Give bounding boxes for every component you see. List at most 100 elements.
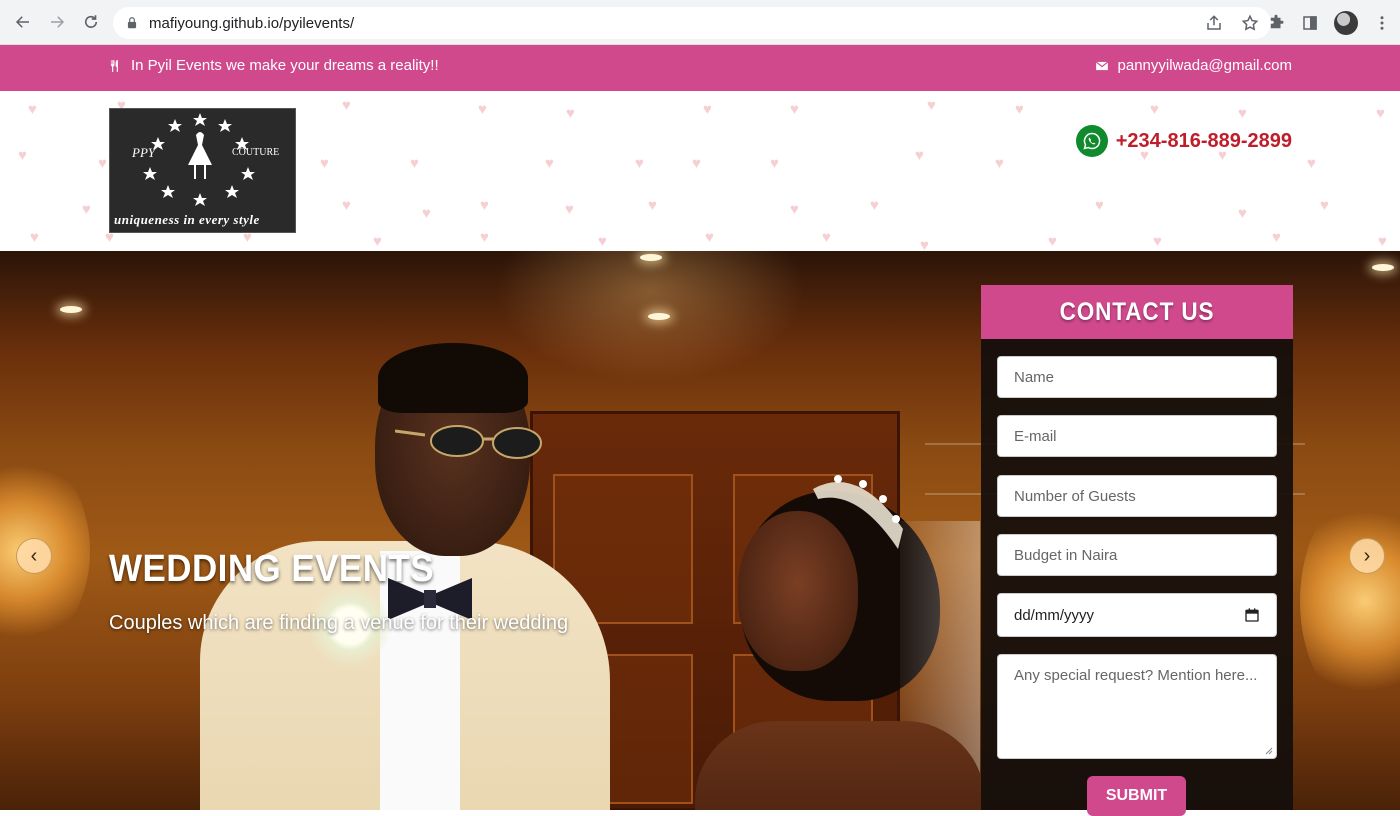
heart-decoration: ♥ [30,229,39,246]
extensions-puzzle-icon[interactable] [1266,13,1286,33]
heart-decoration: ♥ [1095,197,1104,214]
heart-decoration: ♥ [1272,229,1281,246]
heart-decoration: ♥ [478,101,487,118]
lock-icon [125,16,139,30]
logo-left-text: PPY [132,145,156,160]
heart-decoration: ♥ [703,101,712,118]
whatsapp-icon[interactable] [1075,125,1108,157]
heart-decoration: ♥ [342,97,351,114]
slider-next-button[interactable]: › [1349,538,1385,574]
heart-decoration: ♥ [1238,105,1247,122]
phone-number[interactable]: +234-816-889-2899 [1116,130,1292,153]
ceiling-light [648,313,670,320]
heart-decoration: ♥ [1150,101,1159,118]
heart-decoration: ♥ [1307,155,1316,172]
heart-decoration: ♥ [410,155,419,172]
sunglasses [395,425,542,459]
brand-logo[interactable]: PPY COUTURE uniqueness in every style [109,108,296,233]
email-input[interactable]: E-mail [997,415,1277,457]
logo-tagline: uniqueness in every style [114,212,260,227]
heart-decoration: ♥ [1153,233,1162,250]
heart-decoration: ♥ [705,229,714,246]
ceiling-light [640,254,662,261]
bookmark-star-icon[interactable] [1241,14,1259,32]
tagline-group: In Pyil Events we make your dreams a rea… [108,57,439,74]
wall-lamp [1300,491,1400,711]
heart-decoration: ♥ [648,197,657,214]
heart-decoration: ♥ [1048,233,1057,250]
email-group[interactable]: pannyyilwada@gmail.com [1095,57,1292,74]
budget-input[interactable]: Budget in Naira [997,534,1277,576]
heart-decoration: ♥ [995,155,1004,172]
date-placeholder: dd/mm/yyyy [1014,606,1095,624]
submit-button[interactable]: SUBMIT [1087,776,1186,816]
heart-decoration: ♥ [1015,101,1024,118]
contact-title: CONTACT US [1059,297,1215,326]
menu-kebab-icon[interactable] [1372,13,1392,33]
chevron-left-icon: ‹ [30,544,38,567]
heart-decoration: ♥ [1238,205,1247,222]
ceiling-light [60,306,82,313]
heart-decoration: ♥ [342,197,351,214]
heart-decoration: ♥ [790,201,799,218]
heart-decoration: ♥ [82,201,91,218]
heart-decoration: ♥ [545,155,554,172]
groom-hair [378,343,528,413]
ceiling-light [1372,264,1394,271]
heart-decoration: ♥ [480,197,489,214]
heart-decoration: ♥ [1376,105,1385,122]
heart-decoration: ♥ [870,197,879,214]
heart-decoration: ♥ [927,97,936,114]
special-request-placeholder: Any special request? Mention here... [1014,667,1258,684]
tagline-text: In Pyil Events we make your dreams a rea… [131,57,439,74]
heart-decoration: ♥ [565,201,574,218]
envelope-icon [1095,60,1108,70]
contact-form: CONTACT US Name E-mail Number of Guests … [981,285,1293,816]
phone-contact[interactable]: +234-816-889-2899 [1075,125,1292,157]
email-link[interactable]: pannyyilwada@gmail.com [1118,57,1292,74]
site-header: ♥ ♥ ♥ ♥ ♥ ♥ ♥ ♥ ♥ ♥ ♥ ♥ ♥ ♥ ♥ ♥ ♥ ♥ ♥ ♥ ♥ ♥ ♥ ♥ ♥ ♥ ♥ ♥ ♥ ♥ ♥ ♥ ♥ ♥ ♥ ♥ ♥ ♥ ♥ ♥… [0,91,1400,251]
heart-decoration: ♥ [915,147,924,164]
heart-decoration: ♥ [770,155,779,172]
url-text: mafiyoung.github.io/pyilevents/ [149,14,355,32]
heart-decoration: ♥ [373,233,382,250]
profile-avatar[interactable] [1334,11,1358,35]
browser-toolbar: mafiyoung.github.io/pyilevents/ [0,0,1400,45]
forward-icon[interactable] [46,11,68,33]
logo-stars-graphic [143,113,255,206]
bride-figure [695,721,985,810]
side-panel-icon[interactable] [1300,13,1320,33]
utensils-icon [110,59,118,72]
share-icon[interactable] [1205,14,1223,32]
heart-decoration: ♥ [320,155,329,172]
hero-subtitle: Couples which are finding a venue for th… [109,612,569,634]
heart-decoration: ♥ [822,229,831,246]
back-icon[interactable] [12,11,34,33]
heart-decoration: ♥ [422,205,431,222]
special-request-textarea[interactable]: Any special request? Mention here... [997,654,1277,759]
resize-handle-icon[interactable] [1265,747,1273,755]
heart-decoration: ♥ [598,233,607,250]
heart-decoration: ♥ [920,237,929,251]
logo-right-text: COUTURE [232,147,280,158]
calendar-icon[interactable] [1244,607,1260,623]
name-input[interactable]: Name [997,356,1277,398]
heart-decoration: ♥ [566,105,575,122]
address-bar[interactable]: mafiyoung.github.io/pyilevents/ [113,7,1271,39]
hero-title: WEDDING EVENTS [109,548,434,590]
date-input[interactable]: dd/mm/yyyy [997,593,1277,637]
contact-header: CONTACT US [981,285,1293,339]
slider-prev-button[interactable]: ‹ [16,538,52,574]
chevron-right-icon: › [1363,544,1371,567]
heart-decoration: ♥ [480,229,489,246]
reload-icon[interactable] [80,11,102,33]
heart-decoration: ♥ [692,155,701,172]
guests-input[interactable]: Number of Guests [997,475,1277,517]
heart-decoration: ♥ [1320,197,1329,214]
top-info-bar: In Pyil Events we make your dreams a rea… [0,45,1400,91]
heart-decoration: ♥ [790,101,799,118]
heart-decoration: ♥ [28,101,37,118]
heart-decoration: ♥ [243,229,252,246]
tiara [813,475,903,549]
heart-decoration: ♥ [18,147,27,164]
